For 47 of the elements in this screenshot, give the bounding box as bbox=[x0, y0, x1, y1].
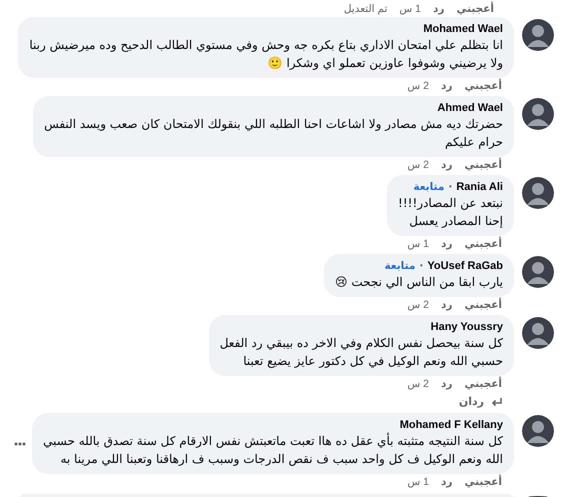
reply-link[interactable]: رد bbox=[441, 299, 452, 312]
replies-link[interactable]: ردان bbox=[458, 395, 484, 409]
comment-time: 2 س bbox=[407, 80, 430, 93]
like-link[interactable]: أعجبني bbox=[464, 80, 502, 93]
comment-time: 1 س bbox=[407, 476, 430, 489]
comment-text: انا بتظلم علي امتحان الاداري بتاع بكره جه وحش وفي مستوي الطالب الدحيح وده ميرضيش ربنا ولا يرضيني وشوفوا عاوزين تعملو اي وشكرا 🙂 bbox=[29, 37, 503, 72]
like-link[interactable]: أعجبني bbox=[464, 159, 502, 172]
comment-text: كل سنة النتيجه متثبته بأي عقل ده هاا تعبت ماتعبتش نفس الارقام كل سنة تصدق بالله حسبي الله ونعم الوكيل ف كل واحد سبب ف نقص الدرجات وسبب ف ارهاقنا وتعبنا اللي مرينا به bbox=[43, 432, 503, 468]
author-name[interactable]: Ahmed Wael bbox=[437, 101, 503, 115]
reply-link[interactable]: رد bbox=[441, 476, 452, 489]
avatar[interactable] bbox=[522, 256, 554, 288]
reply-link[interactable]: رد bbox=[433, 2, 444, 16]
like-link[interactable]: أعجبني bbox=[464, 378, 502, 391]
separator-dot: · bbox=[419, 259, 424, 273]
comment-time: 1 س bbox=[407, 238, 430, 251]
edited-label: تم التعديل bbox=[344, 2, 388, 16]
follow-link[interactable]: متابعة bbox=[413, 180, 444, 194]
avatar[interactable] bbox=[522, 98, 554, 130]
like-link[interactable]: أعجبني bbox=[456, 2, 494, 16]
author-name[interactable]: Mohamed F Kellany bbox=[400, 418, 503, 432]
follow-link[interactable]: متابعة bbox=[384, 259, 416, 273]
avatar[interactable] bbox=[522, 19, 554, 51]
like-link[interactable]: أعجبني bbox=[464, 238, 502, 251]
separator-dot: · bbox=[448, 180, 452, 194]
comment-text: حضرتك ديه مش مصادر ولا اشاعات احنا الطلبه اللي بنقولك الامتحان كان صعب ويسد النفس حرام عليكم bbox=[44, 116, 503, 151]
reply-link[interactable]: رد bbox=[441, 159, 452, 172]
avatar[interactable] bbox=[522, 415, 554, 447]
reply-link[interactable]: رد bbox=[441, 80, 452, 93]
comment-text: يارب ابقا من الناس الي نجحت 😢 bbox=[335, 274, 503, 291]
like-link[interactable]: أعجبني bbox=[464, 299, 502, 312]
reply-link[interactable]: رد bbox=[441, 238, 452, 251]
comment-text: كل سنة بيحصل نفس الكلام وفي الاخر ده بيبقي رد الفعل حسبي الله ونعم الوكيل في كل دكتور عايز يضيع تعبنا bbox=[220, 335, 503, 370]
like-link[interactable]: أعجبني bbox=[464, 476, 502, 489]
avatar[interactable] bbox=[522, 177, 554, 209]
author-name[interactable]: Mohamed Wael bbox=[423, 22, 503, 36]
author-name[interactable]: Rania Ali bbox=[456, 180, 503, 194]
reply-arrow-icon bbox=[490, 397, 502, 407]
more-icon[interactable] bbox=[14, 442, 26, 446]
comment-time: 2 س bbox=[407, 378, 430, 391]
comment-time: 2 س bbox=[407, 299, 430, 312]
author-name[interactable]: YoUsef RaGab bbox=[427, 259, 503, 273]
avatar[interactable] bbox=[522, 317, 554, 349]
comment-time: 1 س bbox=[399, 2, 422, 16]
author-name[interactable]: Hany Youssry bbox=[430, 320, 503, 334]
comment-time: 2 س bbox=[407, 159, 430, 172]
reply-link[interactable]: رد bbox=[441, 378, 452, 391]
comment-text: نبتعد عن المصادر!!!! إحنا المصادر يعسل bbox=[398, 195, 503, 230]
